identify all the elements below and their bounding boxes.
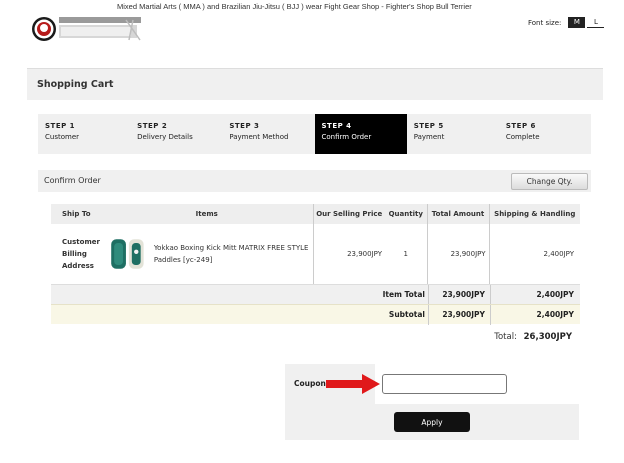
change-qty-button[interactable]: Change Qty. [511, 173, 588, 190]
step-number: STEP 5 [413, 122, 444, 130]
step-5: STEP 5 Payment [407, 114, 499, 154]
order-items-table: Ship To Items Our Selling Price Quantity… [51, 204, 580, 284]
step-label: Complete [505, 133, 540, 141]
product-thumbnail[interactable] [109, 231, 146, 277]
step-6: STEP 6 Complete [499, 114, 591, 154]
step-1: STEP 1 Customer [38, 114, 130, 154]
subtotal-shipping: 2,400JPY [536, 310, 574, 319]
confirm-order-title: Confirm Order [44, 176, 101, 185]
item-total-label: Item Total [382, 290, 425, 299]
apply-row: Apply [285, 404, 579, 440]
column-divider [490, 285, 491, 305]
font-size-control: Font size: M L [528, 17, 605, 28]
total-amount-cell: 23,900JPY [427, 224, 490, 284]
step-label: Confirm Order [321, 133, 372, 141]
checkout-steps: STEP 1 Customer STEP 2 Delivery Details … [38, 114, 591, 154]
step-number: STEP 4 [321, 122, 352, 130]
grand-total-value: 26,300JPY [523, 332, 572, 342]
col-quantity: Quantity [385, 204, 428, 224]
step-4-active: STEP 4 Confirm Order [314, 114, 407, 154]
subtotal-label: Subtotal [388, 310, 425, 319]
step-number: STEP 1 [45, 122, 76, 130]
confirm-order-bar: Confirm Order Change Qty. [38, 170, 591, 192]
step-number: STEP 6 [505, 122, 536, 130]
item-total-row: Item Total 23,900JPY 2,400JPY [51, 284, 580, 305]
coupon-label: Coupon [294, 379, 326, 388]
page-header-title: Mixed Martial Arts ( MMA ) and Brazilian… [117, 2, 472, 11]
col-shipping-handling: Shipping & Handling [489, 204, 580, 224]
ship-to-cell: Customer Billing Address [62, 238, 100, 270]
page-title: Shopping Cart [37, 79, 114, 90]
subtotal-row: Subtotal 23,900JPY 2,400JPY [51, 304, 580, 325]
subtotal-amount: 23,900JPY [442, 310, 485, 319]
col-ship-to: Ship To [51, 204, 101, 224]
red-arrow-icon [326, 374, 380, 394]
apply-button[interactable]: Apply [394, 412, 470, 432]
quantity-cell: 1 [385, 224, 428, 284]
grand-total: Total: 26,300JPY [494, 332, 572, 342]
shop-logo[interactable] [30, 14, 142, 44]
product-name-link[interactable]: Yokkao Boxing Kick Mitt MATRIX FREE STYL… [154, 242, 313, 266]
item-cell: Yokkao Boxing Kick Mitt MATRIX FREE STYL… [101, 224, 314, 284]
column-divider [490, 305, 491, 325]
selling-price-cell: 23,900JPY [347, 250, 382, 258]
table-row: Customer Billing Address Yokkao Boxing K… [51, 224, 580, 284]
step-label: Delivery Details [137, 133, 193, 141]
font-size-large-button[interactable]: L [587, 17, 605, 28]
coupon-input[interactable] [382, 374, 507, 394]
step-3: STEP 3 Payment Method [222, 114, 314, 154]
item-total-shipping: 2,400JPY [536, 290, 574, 299]
step-number: STEP 2 [137, 122, 168, 130]
col-selling-price: Our Selling Price [313, 204, 385, 224]
shopping-cart-header: Shopping Cart [27, 68, 603, 100]
grand-total-label: Total: [494, 332, 517, 342]
table-header-row: Ship To Items Our Selling Price Quantity… [51, 204, 580, 224]
font-size-medium-button[interactable]: M [568, 17, 586, 28]
item-total-amount: 23,900JPY [442, 290, 485, 299]
font-size-label: Font size: [528, 18, 562, 27]
col-total-amount: Total Amount [427, 204, 490, 224]
step-label: Customer [45, 133, 80, 141]
step-label: Payment Method [229, 133, 289, 141]
step-2: STEP 2 Delivery Details [130, 114, 222, 154]
step-number: STEP 3 [229, 122, 260, 130]
column-divider [428, 285, 429, 305]
shipping-cell: 2,400JPY [543, 250, 574, 258]
col-items: Items [101, 204, 314, 224]
step-label: Payment [413, 133, 445, 141]
column-divider [428, 305, 429, 325]
